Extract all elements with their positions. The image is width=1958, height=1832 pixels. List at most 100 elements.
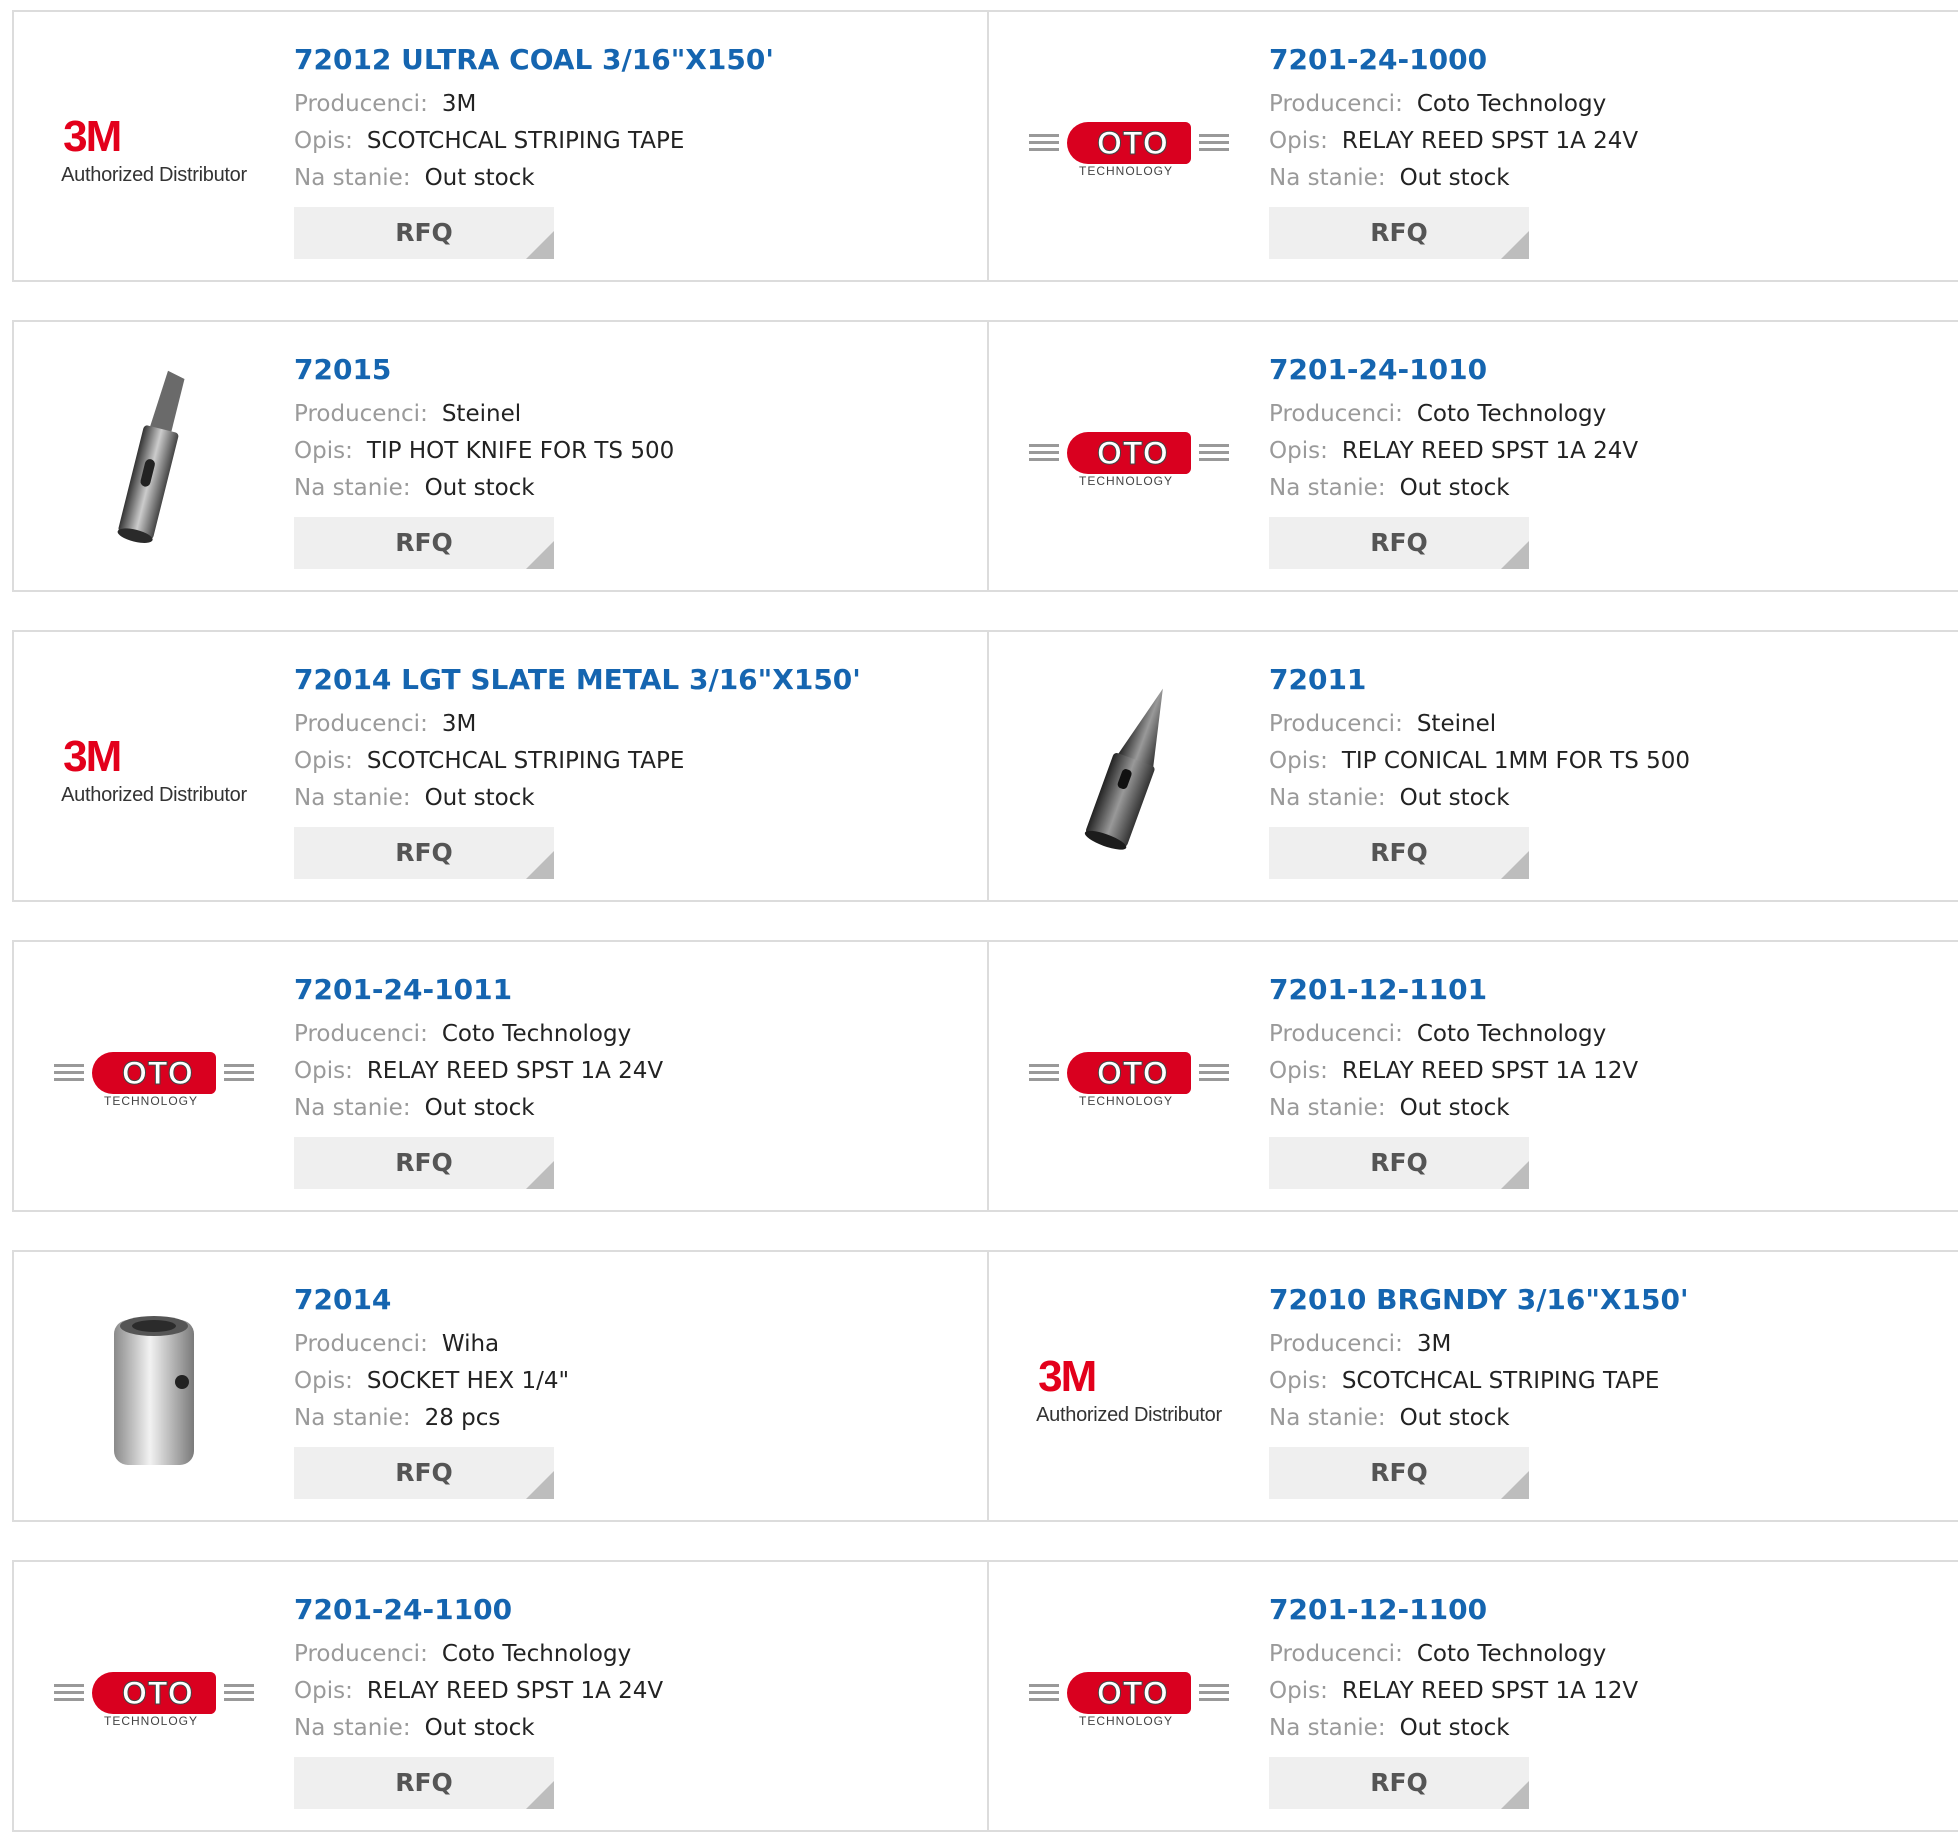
description-label: Opis:: [1269, 748, 1328, 774]
rfq-button-label: RFQ: [395, 1458, 453, 1487]
corner-decoration: [526, 851, 554, 879]
manufacturer-value: 3M: [441, 91, 477, 117]
hot-knife-tip-image: [117, 370, 185, 543]
rfq-button-label: RFQ: [1370, 1768, 1428, 1797]
product-title-link[interactable]: 7201-24-1011: [294, 972, 663, 1008]
description-line: Opis: RELAY REED SPST 1A 12V: [1269, 1673, 1638, 1710]
corner-decoration: [1501, 231, 1529, 259]
rfq-button[interactable]: RFQ: [294, 207, 554, 259]
product-image[interactable]: 3M Authorized Distributor: [1029, 1290, 1229, 1490]
stock-value: Out stock: [424, 475, 535, 501]
product-title-link[interactable]: 72010 BRGNDY 3/16"X150': [1269, 1282, 1689, 1318]
rfq-button-label: RFQ: [1370, 528, 1428, 557]
rfq-button[interactable]: RFQ: [1269, 1447, 1529, 1499]
product-title-link[interactable]: 72014: [294, 1282, 569, 1318]
rfq-button-label: RFQ: [395, 528, 453, 557]
description-value: RELAY REED SPST 1A 12V: [1341, 1058, 1639, 1084]
stock-label: Na stanie:: [294, 1715, 411, 1741]
corner-decoration: [1501, 851, 1529, 879]
product-image[interactable]: OTO TECHNOLOGY: [1029, 1600, 1229, 1800]
stock-label: Na stanie:: [294, 475, 411, 501]
stock-line: Na stanie: Out stock: [294, 1090, 663, 1127]
manufacturer-line: Producenci: Coto Technology: [1269, 396, 1638, 433]
manufacturer-label: Producenci:: [1269, 401, 1403, 427]
rfq-button[interactable]: RFQ: [1269, 827, 1529, 879]
stock-label: Na stanie:: [1269, 1715, 1386, 1741]
stock-value: Out stock: [1399, 1715, 1510, 1741]
product-title-link[interactable]: 7201-24-1100: [294, 1592, 663, 1628]
product-image[interactable]: OTO TECHNOLOGY: [54, 980, 254, 1180]
rfq-button[interactable]: RFQ: [1269, 1137, 1529, 1189]
coto-logo: OTO TECHNOLOGY: [1029, 1660, 1229, 1740]
description-line: Opis: RELAY REED SPST 1A 24V: [1269, 433, 1638, 470]
description-value: SCOTCHCAL STRIPING TAPE: [366, 128, 685, 154]
product-title-link[interactable]: 7201-12-1100: [1269, 1592, 1638, 1628]
stock-value: Out stock: [1399, 785, 1510, 811]
product-image[interactable]: [1029, 670, 1229, 870]
product-info: 7201-24-1000 Producenci: Coto Technology …: [1269, 42, 1638, 259]
rfq-button[interactable]: RFQ: [1269, 207, 1529, 259]
manufacturer-line: Producenci: Coto Technology: [294, 1016, 663, 1053]
product-image[interactable]: 3M Authorized Distributor: [54, 50, 254, 250]
hex-socket-image: [114, 1316, 194, 1465]
3m-logo-mark: 3M: [63, 731, 122, 781]
rfq-button-label: RFQ: [1370, 1458, 1428, 1487]
description-value: TIP CONICAL 1MM FOR TS 500: [1341, 748, 1691, 774]
stock-line: Na stanie: Out stock: [1269, 1400, 1689, 1437]
rfq-button[interactable]: RFQ: [294, 1757, 554, 1809]
product-image[interactable]: 3M Authorized Distributor: [54, 670, 254, 870]
manufacturer-label: Producenci:: [1269, 91, 1403, 117]
rfq-button[interactable]: RFQ: [1269, 1757, 1529, 1809]
product-image[interactable]: OTO TECHNOLOGY: [1029, 360, 1229, 560]
product-row: 3M Authorized Distributor 72012 ULTRA COA…: [12, 10, 1958, 282]
stock-value: Out stock: [424, 165, 535, 191]
stock-label: Na stanie:: [294, 785, 411, 811]
product-card: OTO TECHNOLOGY 7201-12-1101 Producenci: Co…: [989, 940, 1958, 1212]
product-title-link[interactable]: 7201-12-1101: [1269, 972, 1638, 1008]
product-title-link[interactable]: 7201-24-1000: [1269, 42, 1638, 78]
description-label: Opis:: [1269, 128, 1328, 154]
product-row: 72015 Producenci: Steinel Opis: TIP HOT KN…: [12, 320, 1958, 592]
description-label: Opis:: [294, 748, 353, 774]
corner-decoration: [1501, 541, 1529, 569]
rfq-button[interactable]: RFQ: [294, 1137, 554, 1189]
product-info: 7201-12-1100 Producenci: Coto Technology …: [1269, 1592, 1638, 1809]
product-card: 72011 Producenci: Steinel Opis: TIP CONICA…: [989, 630, 1958, 902]
description-line: Opis: RELAY REED SPST 1A 24V: [294, 1673, 663, 1710]
manufacturer-value: Coto Technology: [441, 1021, 632, 1047]
product-title-link[interactable]: 72011: [1269, 662, 1690, 698]
rfq-button-label: RFQ: [1370, 838, 1428, 867]
product-image[interactable]: OTO TECHNOLOGY: [1029, 50, 1229, 250]
product-title-link[interactable]: 72015: [294, 352, 674, 388]
stock-line: Na stanie: 28 pcs: [294, 1400, 569, 1437]
product-row: 72014 Producenci: Wiha Opis: SOCKET HEX 1/…: [12, 1250, 1958, 1522]
description-line: Opis: SCOTCHCAL STRIPING TAPE: [1269, 1363, 1689, 1400]
product-card: OTO TECHNOLOGY 7201-24-1010 Producenci: Co…: [989, 320, 1958, 592]
product-image[interactable]: [54, 360, 254, 560]
product-image[interactable]: OTO TECHNOLOGY: [1029, 980, 1229, 1180]
corner-decoration: [1501, 1471, 1529, 1499]
product-title-link[interactable]: 7201-24-1010: [1269, 352, 1638, 388]
rfq-button[interactable]: RFQ: [294, 517, 554, 569]
description-value: RELAY REED SPST 1A 24V: [366, 1058, 664, 1084]
authorized-distributor-text: Authorized Distributor: [61, 783, 247, 806]
manufacturer-line: Producenci: Wiha: [294, 1326, 569, 1363]
product-title-link[interactable]: 72012 ULTRA COAL 3/16"X150': [294, 42, 774, 78]
description-label: Opis:: [294, 1678, 353, 1704]
product-image[interactable]: OTO TECHNOLOGY: [54, 1600, 254, 1800]
stock-label: Na stanie:: [1269, 165, 1386, 191]
product-info: 72015 Producenci: Steinel Opis: TIP HOT KN…: [294, 352, 674, 569]
product-image[interactable]: [54, 1290, 254, 1490]
rfq-button[interactable]: RFQ: [294, 1447, 554, 1499]
manufacturer-line: Producenci: Coto Technology: [1269, 86, 1638, 123]
product-title-link[interactable]: 72014 LGT SLATE METAL 3/16"X150': [294, 662, 861, 698]
stock-line: Na stanie: Out stock: [1269, 160, 1638, 197]
description-value: RELAY REED SPST 1A 24V: [1341, 128, 1639, 154]
rfq-button[interactable]: RFQ: [294, 827, 554, 879]
product-card: OTO TECHNOLOGY 7201-24-1000 Producenci: Co…: [989, 10, 1958, 282]
rfq-button[interactable]: RFQ: [1269, 517, 1529, 569]
3m-logo-mark: 3M: [63, 111, 122, 161]
manufacturer-value: Coto Technology: [441, 1641, 632, 1667]
product-card: 72015 Producenci: Steinel Opis: TIP HOT KN…: [12, 320, 989, 592]
manufacturer-label: Producenci:: [1269, 1641, 1403, 1667]
